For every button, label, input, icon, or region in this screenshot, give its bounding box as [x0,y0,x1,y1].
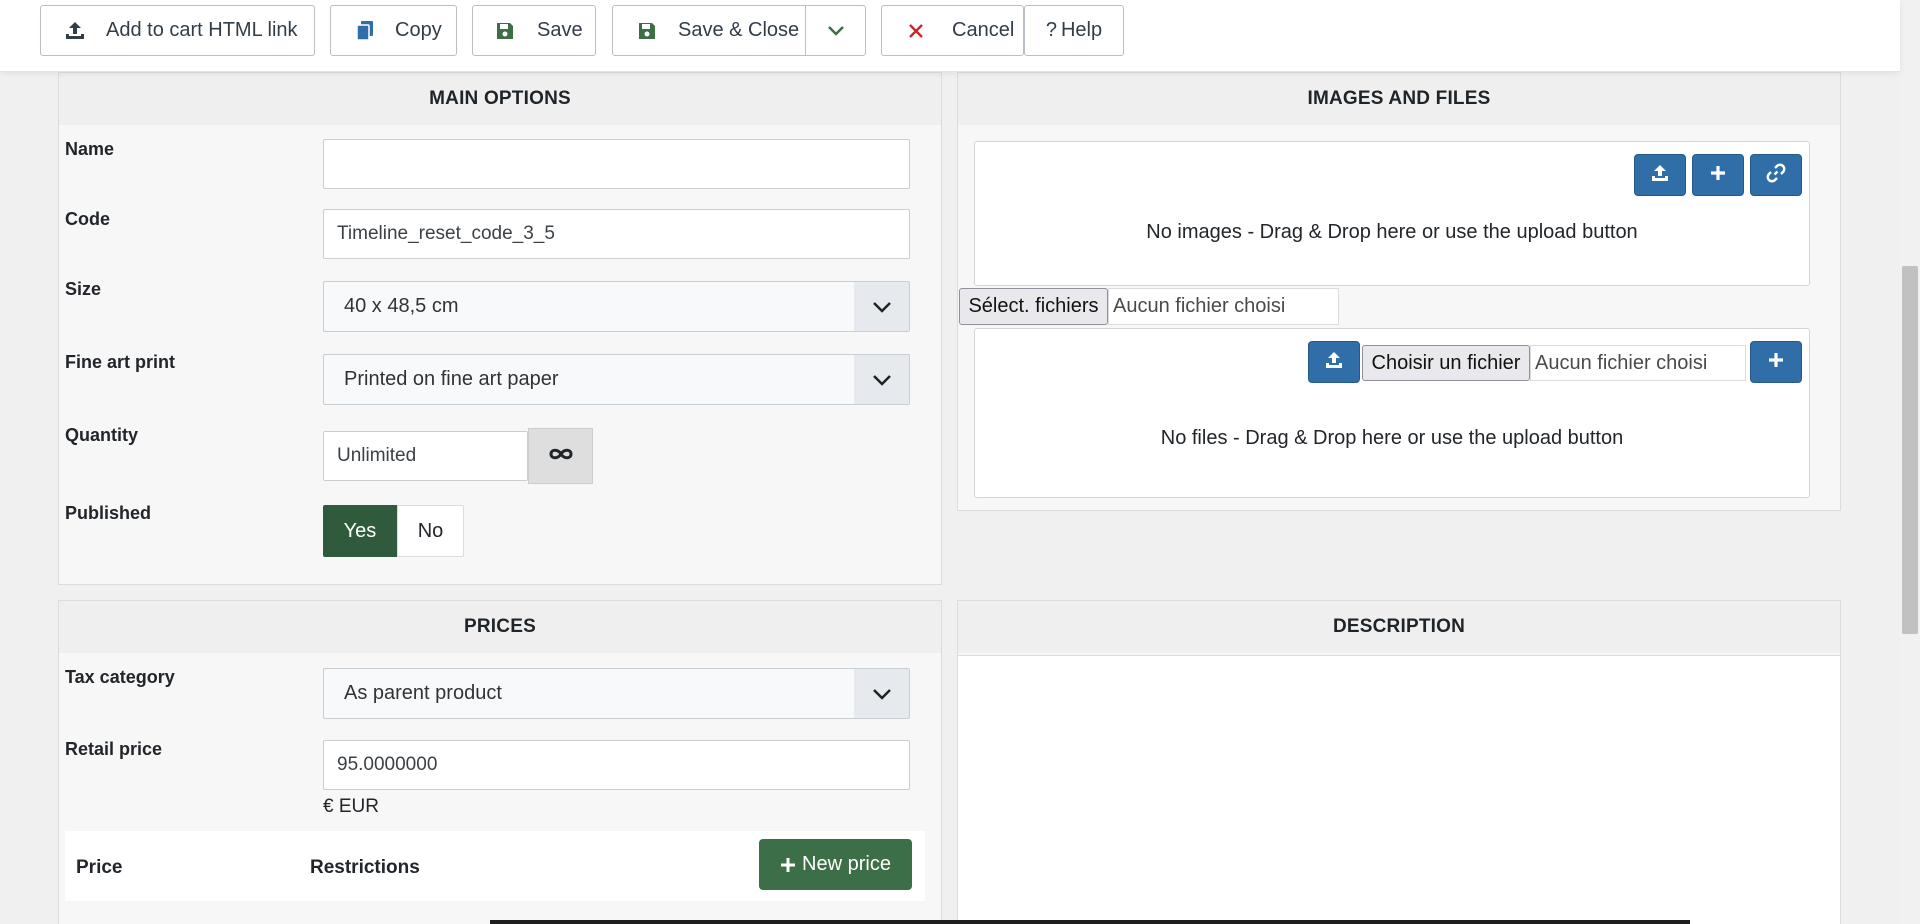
code-input[interactable]: Timeline_reset_code_3_5 [323,209,910,259]
panel-title: IMAGES AND FILES [958,73,1840,125]
toolbar: Add to cart HTML link Copy Save Save & C… [0,0,1900,72]
choose-file-button[interactable]: Choisir un fichier [1362,345,1530,381]
no-files-message: No files - Drag & Drop here or use the u… [1160,427,1624,449]
description-editor[interactable] [958,655,1840,924]
retail-price-label: Retail price [65,739,163,759]
save-close-button[interactable]: Save & Close [612,5,806,56]
retail-price-input[interactable]: 95.0000000 [323,740,910,790]
size-select[interactable]: 40 x 48,5 cm [323,281,910,332]
link-icon [1766,163,1786,188]
no-images-message: No images - Drag & Drop here or use the … [1146,221,1638,243]
tax-category-select[interactable]: As parent product [323,668,910,719]
prices-panel: PRICES Tax category As parent product Re… [58,600,942,924]
unlimited-toggle-button[interactable] [528,428,593,484]
upload-icon [1650,163,1670,188]
plus-icon [1709,164,1727,187]
upload-icon [63,19,87,43]
currency-label: € EUR [323,796,379,817]
fine-art-print-label: Fine art print [65,352,176,372]
no-file-chosen-text: Aucun fichier choisi [1108,288,1339,325]
copy-button[interactable]: Copy [330,5,457,56]
images-files-panel: IMAGES AND FILES No images - Drag & Drop… [957,72,1841,511]
name-label: Name [65,139,115,159]
plus-icon [780,857,796,873]
panel-title: DESCRIPTION [958,601,1840,653]
fine-art-print-select[interactable]: Printed on fine art paper [323,354,910,405]
save-button[interactable]: Save [472,5,596,56]
add-to-cart-link-button[interactable]: Add to cart HTML link [40,5,315,56]
restrictions-column-header: Restrictions [310,857,420,878]
code-label: Code [65,209,110,229]
published-label: Published [65,503,152,523]
page-scrollbar[interactable] [1900,0,1920,924]
add-image-button[interactable] [1692,154,1744,196]
save-icon [635,19,659,43]
bottom-divider [490,920,1690,924]
tax-category-label: Tax category [65,667,175,687]
chevron-down-icon [854,669,909,718]
size-label: Size [65,279,102,299]
select-files-button[interactable]: Sélect. fichiers [959,288,1108,325]
cancel-button[interactable]: Cancel [881,5,1024,56]
main-options-panel: MAIN OPTIONS Name Code Timeline_reset_co… [58,72,942,585]
panel-title: MAIN OPTIONS [59,73,941,125]
size-selected-value: 40 x 48,5 cm [344,295,459,317]
plus-icon [1767,351,1785,374]
add-file-button[interactable] [1750,341,1802,383]
close-icon [904,19,928,43]
published-yes-button[interactable]: Yes [323,505,397,557]
files-dropzone[interactable]: Choisir un fichier Aucun fichier choisi … [974,328,1810,498]
price-column-header: Price [76,857,123,878]
panel-title: PRICES [59,601,941,653]
scrollbar-thumb[interactable] [1902,266,1918,634]
link-image-button[interactable] [1750,154,1802,196]
content-area: MAIN OPTIONS Name Code Timeline_reset_co… [40,72,1880,924]
published-no-button[interactable]: No [397,505,464,557]
name-input[interactable] [323,139,910,189]
upload-file-button[interactable] [1308,341,1360,383]
fine-art-print-selected-value: Printed on fine art paper [344,368,559,390]
save-options-dropdown-button[interactable] [805,5,866,56]
no-file-chosen-text: Aucun fichier choisi [1530,345,1746,381]
quantity-input[interactable]: Unlimited [323,431,528,481]
images-dropzone[interactable]: No images - Drag & Drop here or use the … [974,141,1810,286]
chevron-down-icon [854,282,909,331]
chevron-down-icon [824,19,848,43]
price-table-header: Price Restrictions New price [65,831,925,901]
question-icon: ? [1045,19,1057,41]
description-panel: DESCRIPTION [957,600,1841,924]
help-button[interactable]: ? Help [1024,5,1124,56]
quantity-label: Quantity [65,425,139,445]
copy-icon [353,19,377,43]
tax-category-selected-value: As parent product [344,682,502,704]
infinity-icon [547,447,575,466]
upload-image-button[interactable] [1634,154,1686,196]
chevron-down-icon [854,355,909,404]
upload-icon [1324,350,1344,375]
save-icon [493,19,517,43]
new-price-button[interactable]: New price [759,839,912,890]
